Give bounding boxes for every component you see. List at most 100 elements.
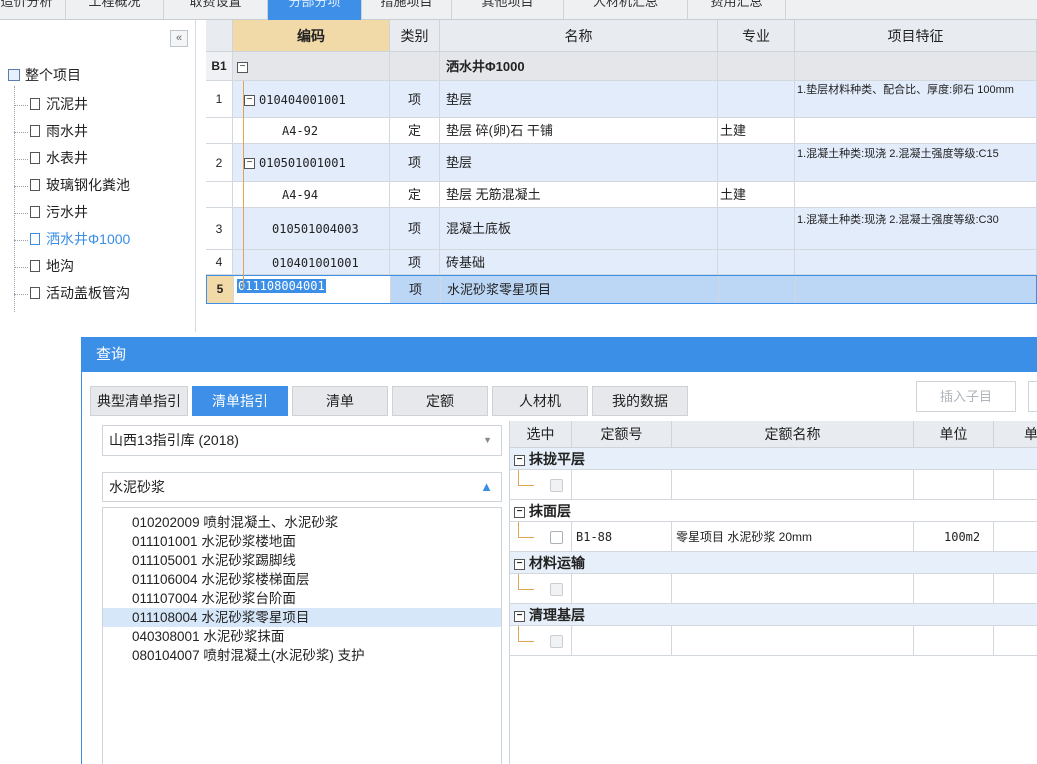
cell-quota-name <box>672 470 914 500</box>
tab-bill[interactable]: 清单 <box>292 386 388 416</box>
more-button[interactable] <box>1028 381 1037 412</box>
tab-fee-summary[interactable]: 费用汇总 <box>688 0 786 20</box>
table-row[interactable] <box>510 626 1037 656</box>
header-quota-no[interactable]: 定额号 <box>572 421 672 448</box>
cell-code[interactable]: −010404001001 <box>233 81 390 117</box>
tree-item-label: 水表井 <box>46 150 88 166</box>
header-name[interactable]: 名称 <box>440 20 718 52</box>
dialog-title[interactable]: 查询 <box>82 337 1037 372</box>
collapse-toggle[interactable]: − <box>233 52 390 80</box>
minus-icon[interactable]: − <box>244 158 255 170</box>
table-row-selected[interactable]: 5 011108004001 项 水泥砂浆零星项目 <box>206 275 1037 304</box>
tree-item[interactable]: 水表井 <box>14 148 88 174</box>
section-row[interactable]: B1 − 洒水井Φ1000 <box>206 52 1037 81</box>
row-number: 4 <box>206 250 233 274</box>
tab-quota[interactable]: 定额 <box>392 386 488 416</box>
cell-select <box>510 522 572 552</box>
tree-item[interactable]: 污水井 <box>14 202 88 228</box>
filter-icon[interactable]: ▲ <box>480 473 493 501</box>
table-row[interactable] <box>510 470 1037 500</box>
tab-typical-guide[interactable]: 典型清单指引 <box>90 386 188 416</box>
header-quota-name[interactable]: 定额名称 <box>672 421 914 448</box>
tree-item-selected[interactable]: 洒水井Φ1000 <box>14 229 130 255</box>
insert-child-button[interactable]: 插入子目 <box>916 381 1016 412</box>
table-row[interactable] <box>510 574 1037 604</box>
header-spec[interactable]: 专业 <box>718 20 795 52</box>
row-checkbox[interactable] <box>550 583 563 597</box>
document-icon <box>30 152 40 164</box>
minus-icon[interactable]: − <box>514 610 525 622</box>
cell-code[interactable]: A4-94 <box>233 182 390 207</box>
row-checkbox[interactable] <box>550 479 563 493</box>
tree-item[interactable]: 沉泥井 <box>14 94 88 120</box>
header-select[interactable]: 选中 <box>510 421 572 448</box>
tab-other-items[interactable]: 其他项目 <box>452 0 564 20</box>
list-item-selected[interactable]: 011108004 水泥砂浆零星项目 <box>103 608 501 627</box>
tree-item-label: 活动盖板管沟 <box>46 285 130 301</box>
cell-code[interactable]: A4-92 <box>233 118 390 143</box>
tree-item[interactable]: 雨水井 <box>14 121 88 147</box>
list-item[interactable]: 011105001 水泥砂浆踢脚线 <box>103 551 501 570</box>
table-row[interactable]: 3 010501004003 项 混凝土底板 1.混凝土种类:现浇 2.混凝土强… <box>206 208 1037 250</box>
project-tree: « 整个项目 沉泥井 雨水井 水表井 玻璃钢化粪池 污水井 洒水井Φ1000 地… <box>0 20 196 332</box>
group-row[interactable]: − 抹面层 <box>510 500 1037 522</box>
search-input[interactable]: 水泥砂浆 ▲ <box>102 472 502 502</box>
header-unit[interactable]: 单位 <box>914 421 994 448</box>
tree-item[interactable]: 活动盖板管沟 <box>14 283 130 309</box>
cell-type: 项 <box>390 208 440 249</box>
list-item[interactable]: 011107004 水泥砂浆台阶面 <box>103 589 501 608</box>
header-feature[interactable]: 项目特征 <box>795 20 1037 52</box>
code-edit-field[interactable]: 011108004001 <box>234 276 391 303</box>
minus-icon[interactable]: − <box>244 95 255 107</box>
group-label: 抹面层 <box>529 503 571 519</box>
cell-spec <box>718 52 795 80</box>
tab-fee-settings[interactable]: 取费设置 <box>164 0 268 20</box>
tree-item[interactable]: 玻璃钢化粪池 <box>14 175 130 201</box>
group-row[interactable]: − 抹拢平层 <box>510 448 1037 470</box>
cell-code[interactable]: −010501001001 <box>233 144 390 181</box>
tab-project-overview[interactable]: 工程概况 <box>66 0 164 20</box>
document-icon <box>30 125 40 137</box>
tab-cost-analysis[interactable]: 造价分析 <box>0 0 66 20</box>
cell-type: 项 <box>390 81 440 117</box>
cell-spec: 土建 <box>718 118 795 143</box>
header-code[interactable]: 编码 <box>233 20 390 52</box>
row-checkbox[interactable] <box>550 635 563 649</box>
tab-measures[interactable]: 措施项目 <box>362 0 452 20</box>
minus-icon[interactable]: − <box>514 558 525 570</box>
list-item[interactable]: 011101001 水泥砂浆楼地面 <box>103 532 501 551</box>
table-row[interactable]: 1 −010404001001 项 垫层 1.垫层材料种类、配合比、厚度:卵石 … <box>206 81 1037 118</box>
list-item[interactable]: 080104007 喷射混凝土(水泥砂浆) 支护 <box>103 646 501 665</box>
row-checkbox[interactable] <box>550 531 563 545</box>
group-row[interactable]: − 材料运输 <box>510 552 1037 574</box>
tab-sub-items[interactable]: 分部分项 <box>268 0 362 20</box>
group-row[interactable]: − 清理基层 <box>510 604 1037 626</box>
table-row[interactable]: 2 −010501001001 项 垫层 1.混凝土种类:现浇 2.混凝土强度等… <box>206 144 1037 182</box>
tab-bill-guide[interactable]: 清单指引 <box>192 386 288 416</box>
tree-item[interactable]: 地沟 <box>14 256 74 282</box>
table-row[interactable]: A4-92 定 垫层 碎(卵)石 干铺 土建 <box>206 118 1037 144</box>
header-type[interactable]: 类别 <box>390 20 440 52</box>
table-row[interactable]: 4 010401001001 项 砖基础 <box>206 250 1037 275</box>
list-item[interactable]: 011106004 水泥砂浆楼梯面层 <box>103 570 501 589</box>
cell-feature: 1.混凝土种类:现浇 2.混凝土强度等级:C15 <box>795 144 1037 181</box>
minus-icon[interactable]: − <box>514 506 525 518</box>
tab-labor-material[interactable]: 人材机 <box>492 386 588 416</box>
code-text: 010501001001 <box>259 156 346 170</box>
tree-root[interactable]: 整个项目 <box>8 65 81 85</box>
table-row[interactable]: A4-94 定 垫层 无筋混凝土 土建 <box>206 182 1037 208</box>
tab-labor-material-summary[interactable]: 人材机汇总 <box>564 0 688 20</box>
tab-my-data[interactable]: 我的数据 <box>592 386 688 416</box>
cell-code[interactable]: 010401001001 <box>233 250 390 274</box>
table-row[interactable]: B1-88 零星项目 水泥砂浆 20mm 100m2 <box>510 522 1037 552</box>
list-item[interactable]: 040308001 水泥砂浆抹面 <box>103 627 501 646</box>
tab-label: 其他项目 <box>481 0 534 9</box>
code-text: A4-94 <box>282 188 319 202</box>
list-item[interactable]: 010202009 喷射混凝土、水泥砂浆 <box>103 513 501 532</box>
library-select[interactable]: 山西13指引库 (2018) ▼ <box>102 425 502 456</box>
cell-code[interactable]: 010501004003 <box>233 208 390 249</box>
collapse-tree-button[interactable]: « <box>170 30 188 47</box>
header-extra[interactable]: 单 <box>994 421 1037 448</box>
cell-extra <box>994 626 1037 656</box>
minus-icon[interactable]: − <box>514 454 525 466</box>
